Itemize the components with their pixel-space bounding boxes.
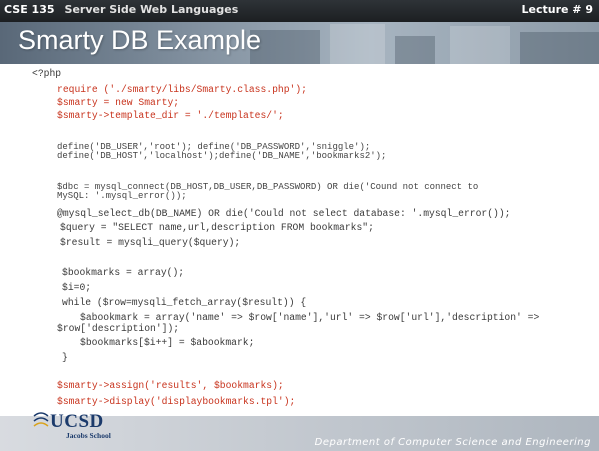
code-line: <?php bbox=[32, 68, 62, 79]
code-line: $row['description']); bbox=[57, 323, 180, 334]
logo-text: UCSD bbox=[50, 411, 104, 432]
code-line: $smarty = new Smarty; bbox=[57, 97, 180, 108]
code-line: define('DB_HOST','localhost');define('DB… bbox=[57, 151, 387, 161]
logo-subtext: Jacobs School bbox=[66, 431, 111, 440]
course-name: Server Side Web Languages bbox=[64, 3, 239, 16]
slide-title: Smarty DB Example bbox=[18, 25, 262, 55]
code-line: $query = "SELECT name,url,description FR… bbox=[60, 222, 374, 233]
code-line: @mysql_select_db(DB_NAME) OR die('Could … bbox=[57, 208, 511, 219]
code-line: $bookmarks = array(); bbox=[62, 267, 185, 278]
code-line: $bookmarks[$i++] = $abookmark; bbox=[80, 337, 255, 348]
code-line: MySQL: '.mysql_error()); bbox=[57, 191, 187, 201]
code-line: $i=0; bbox=[62, 282, 92, 293]
code-line: $smarty->assign('results', $bookmarks); bbox=[57, 380, 284, 391]
code-line: $smarty->template_dir = './templates/'; bbox=[57, 110, 284, 121]
code-line: $abookmark = array('name' => $row['name'… bbox=[80, 312, 540, 323]
code-line: $result = mysqli_query($query); bbox=[60, 237, 241, 248]
code-line: $smarty->display('displaybookmarks.tpl')… bbox=[57, 396, 296, 407]
trident-icon bbox=[33, 412, 49, 427]
code-line: } bbox=[62, 352, 68, 363]
code-line: while ($row=mysqli_fetch_array($result))… bbox=[62, 297, 307, 308]
lecture-number: Lecture # 9 bbox=[521, 3, 594, 16]
department-label: Department of Computer Science and Engin… bbox=[314, 437, 591, 448]
code-line: require ('./smarty/libs/Smarty.class.php… bbox=[57, 84, 307, 95]
course-label: CSE 135 Server Side Web Languages bbox=[4, 3, 238, 16]
course-number: CSE 135 bbox=[4, 3, 55, 16]
